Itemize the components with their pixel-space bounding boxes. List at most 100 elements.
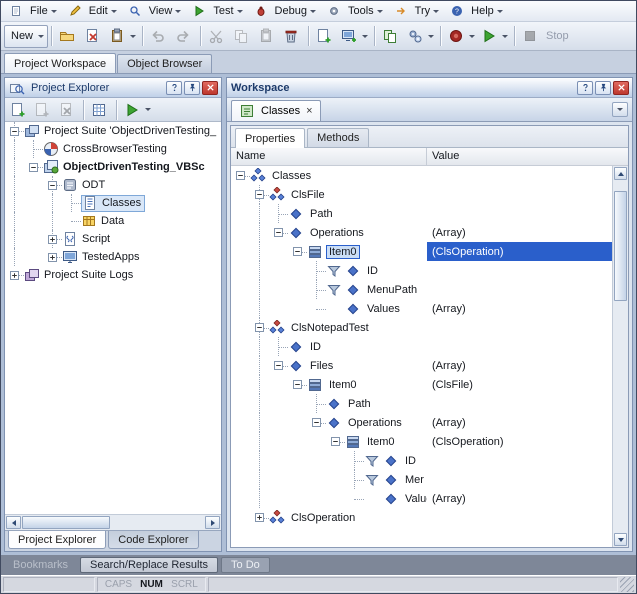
- tab-to-do[interactable]: To Do: [221, 557, 270, 573]
- grid-row-id[interactable]: ID: [231, 337, 612, 356]
- record-button[interactable]: [445, 25, 478, 48]
- tab-search-replace-results[interactable]: Search/Replace Results: [80, 557, 218, 573]
- tab-bookmarks[interactable]: Bookmarks: [4, 557, 77, 573]
- grid-row-item0[interactable]: Item0(ClsOperation): [231, 242, 612, 261]
- run-button[interactable]: [478, 25, 511, 48]
- menu-file[interactable]: File: [4, 1, 63, 21]
- doc-tab-classes[interactable]: Classes ×: [231, 100, 321, 121]
- menu-view[interactable]: View: [123, 1, 188, 21]
- grid-row-clsfile[interactable]: ClsFile: [231, 185, 612, 204]
- collapse-toggle-icon[interactable]: [274, 361, 283, 370]
- tab-properties[interactable]: Properties: [235, 128, 305, 148]
- tree-item-crossbrowsertesting[interactable]: CrossBrowserTesting: [5, 140, 221, 158]
- tab-project-workspace[interactable]: Project Workspace: [4, 53, 116, 73]
- collapse-toggle-icon[interactable]: [331, 437, 340, 446]
- run-project-button[interactable]: [122, 100, 153, 120]
- tree-guide: [5, 212, 24, 230]
- grid-row-values[interactable]: Values(Array): [231, 489, 612, 508]
- tree-item-project-suite-objectdriventesting[interactable]: Project Suite 'ObjectDrivenTesting_: [5, 122, 221, 140]
- menu-tools[interactable]: Tools: [322, 1, 389, 21]
- scroll-down-button[interactable]: [614, 533, 627, 546]
- vertical-scrollbar[interactable]: [612, 166, 628, 547]
- expand-toggle-icon[interactable]: [10, 271, 19, 280]
- tree-item-objectdriventesting-vbsc[interactable]: ObjectDrivenTesting_VBSc: [5, 158, 221, 176]
- tree-item-odt[interactable]: ODT: [5, 176, 221, 194]
- collapse-toggle-icon[interactable]: [312, 418, 321, 427]
- grid-row-path[interactable]: Path: [231, 204, 612, 223]
- scroll-left-button[interactable]: [6, 516, 21, 529]
- collapse-toggle-icon[interactable]: [236, 171, 245, 180]
- expand-toggle-icon[interactable]: [48, 235, 57, 244]
- tab-object-browser[interactable]: Object Browser: [117, 54, 212, 73]
- tab-methods[interactable]: Methods: [307, 128, 369, 147]
- delete-button[interactable]: [280, 25, 305, 48]
- collapse-toggle-icon[interactable]: [293, 380, 302, 389]
- menu-debug[interactable]: Debug: [249, 1, 322, 21]
- tab-list-button[interactable]: [612, 102, 628, 117]
- collapse-toggle-icon[interactable]: [293, 247, 302, 256]
- menu-try[interactable]: Try: [389, 1, 445, 21]
- grid-row-operations[interactable]: Operations(Array): [231, 223, 612, 242]
- horizontal-scrollbar[interactable]: [5, 514, 221, 530]
- scrollbar-track[interactable]: [22, 516, 204, 529]
- grid-row-path[interactable]: Path: [231, 394, 612, 413]
- tree-guide: [288, 299, 307, 318]
- expand-toggle-icon[interactable]: [48, 253, 57, 262]
- column-header-name[interactable]: Name: [231, 148, 427, 165]
- tree-item-project-suite-logs[interactable]: Project Suite Logs: [5, 266, 221, 284]
- add-app-button[interactable]: [338, 25, 371, 48]
- collapse-toggle-icon[interactable]: [29, 163, 38, 172]
- collapse-toggle-icon[interactable]: [255, 323, 264, 332]
- new-button[interactable]: New: [4, 25, 48, 48]
- grid-row-item0[interactable]: Item0(ClsOperation): [231, 432, 612, 451]
- grid-row-item0[interactable]: Item0(ClsFile): [231, 375, 612, 394]
- delete-item-button[interactable]: [81, 25, 106, 48]
- collapse-toggle-icon[interactable]: [255, 190, 264, 199]
- collapse-toggle-icon[interactable]: [10, 127, 19, 136]
- menu-test[interactable]: Test: [187, 1, 248, 21]
- grid-row-classes[interactable]: Classes: [231, 166, 612, 185]
- tree-item-classes[interactable]: Classes: [5, 194, 221, 212]
- grid-row-menupath[interactable]: MenuPath: [231, 280, 612, 299]
- paste-special-button[interactable]: [106, 25, 139, 48]
- tab-project-explorer[interactable]: Project Explorer: [8, 531, 106, 549]
- scroll-up-button[interactable]: [614, 167, 627, 180]
- add-item-button[interactable]: [313, 25, 338, 48]
- open-button[interactable]: [56, 25, 81, 48]
- pin-button[interactable]: [595, 81, 611, 95]
- grid-row-mer[interactable]: Mer: [231, 470, 612, 489]
- help-button[interactable]: [577, 81, 593, 95]
- tree-item-testedapps[interactable]: TestedApps: [5, 248, 221, 266]
- column-header-value[interactable]: Value: [427, 148, 628, 165]
- close-button[interactable]: [202, 81, 218, 95]
- duplicate-button[interactable]: [379, 25, 404, 48]
- scrollbar-track[interactable]: [614, 181, 627, 532]
- add-item-button[interactable]: [8, 100, 31, 120]
- resize-grip[interactable]: [620, 577, 634, 592]
- help-button[interactable]: [166, 81, 182, 95]
- grid-row-clsnotepadtest[interactable]: ClsNotepadTest: [231, 318, 612, 337]
- configure-button[interactable]: [404, 25, 437, 48]
- scrollbar-thumb[interactable]: [614, 191, 627, 301]
- collapse-toggle-icon[interactable]: [48, 181, 57, 190]
- close-tab-icon[interactable]: ×: [306, 105, 312, 117]
- menu-edit[interactable]: Edit: [63, 1, 123, 21]
- tree-item-script[interactable]: Script: [5, 230, 221, 248]
- run-icon: [481, 28, 497, 44]
- pin-button[interactable]: [184, 81, 200, 95]
- grid-row-operations[interactable]: Operations(Array): [231, 413, 612, 432]
- grid-row-clsoperation[interactable]: ClsOperation: [231, 508, 612, 527]
- tree-item-data[interactable]: Data: [5, 212, 221, 230]
- view-fields-button[interactable]: [89, 100, 112, 120]
- collapse-toggle-icon[interactable]: [274, 228, 283, 237]
- grid-row-files[interactable]: Files(Array): [231, 356, 612, 375]
- grid-row-id[interactable]: ID: [231, 451, 612, 470]
- menu-help[interactable]: ?Help: [445, 1, 509, 21]
- grid-row-values[interactable]: Values(Array): [231, 299, 612, 318]
- grid-row-id[interactable]: ID: [231, 261, 612, 280]
- tab-code-explorer[interactable]: Code Explorer: [108, 531, 198, 549]
- scroll-right-button[interactable]: [205, 516, 220, 529]
- expand-toggle-icon[interactable]: [255, 513, 264, 522]
- scrollbar-thumb[interactable]: [22, 516, 110, 529]
- close-button[interactable]: [613, 81, 629, 95]
